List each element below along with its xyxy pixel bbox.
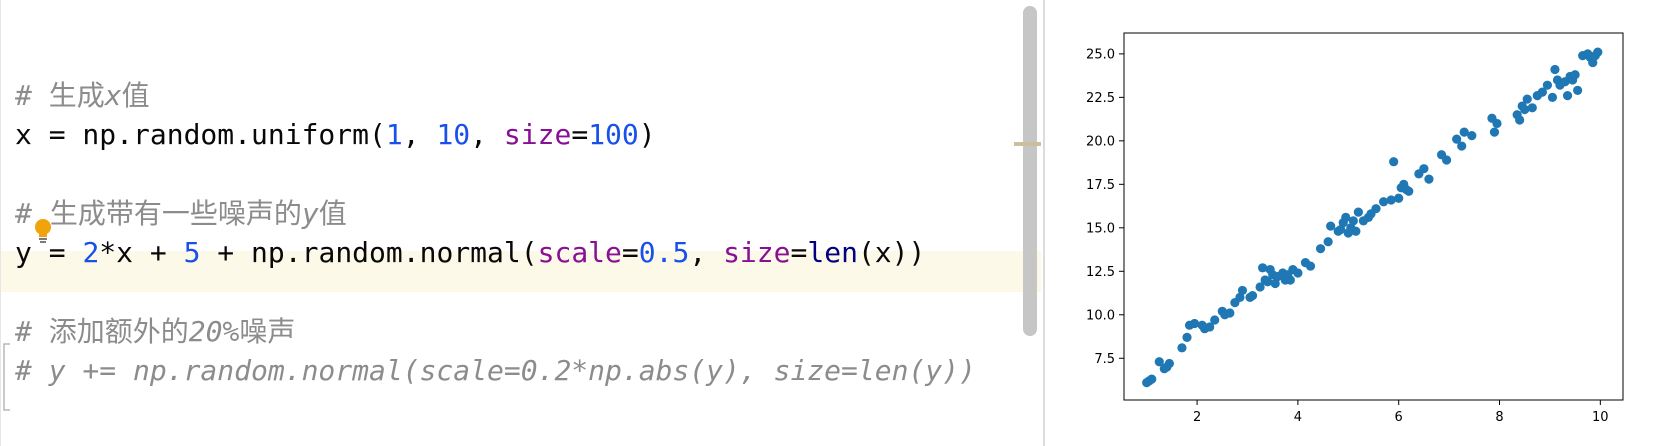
code-line-y-assign[interactable]: y = 2*x + 5 + np.random.normal(scale=0.5… bbox=[15, 233, 925, 273]
number-literal: 5 bbox=[183, 236, 201, 269]
code-line-comment-y[interactable]: # 生成带有一些噪声的y值 bbox=[15, 194, 347, 234]
comment-hash: # bbox=[15, 197, 32, 230]
scatter-point bbox=[1247, 291, 1258, 301]
comment-text: 添加额外的 bbox=[48, 315, 189, 348]
scatter-point bbox=[1527, 103, 1537, 113]
builtin-function: len bbox=[807, 236, 858, 269]
x-tick-label: 10 bbox=[1592, 410, 1609, 425]
code-line-commented-out[interactable]: # y += np.random.normal(scale=0.2*np.abs… bbox=[15, 351, 976, 391]
code-segment: ) bbox=[638, 118, 656, 151]
y-tick-label: 20.0 bbox=[1086, 134, 1115, 149]
scatter-point bbox=[1225, 308, 1235, 318]
code-segment: y = bbox=[15, 236, 83, 269]
code-segment: , bbox=[689, 236, 724, 269]
scatter-point bbox=[1315, 244, 1326, 254]
scatter-point bbox=[1237, 285, 1248, 296]
scatter-point bbox=[1573, 85, 1583, 95]
plot-pane: 2 4 6 8 10 7.5 10.0 12.5 15.0 17.5 20.0 22.5 25.0 bbox=[1045, 0, 1670, 446]
scatter-point bbox=[1593, 47, 1603, 57]
number-literal: 0.5 bbox=[638, 236, 690, 269]
code-editor[interactable]: # 生成x值 x = np.random.uniform(1, 10, size… bbox=[0, 0, 1041, 446]
scatter-point bbox=[1467, 131, 1477, 141]
code-line-comment-x[interactable]: # 生成x值 bbox=[15, 76, 150, 116]
scatter-point bbox=[1353, 207, 1363, 217]
x-tick-label: 8 bbox=[1495, 410, 1503, 425]
x-tick-label: 2 bbox=[1193, 410, 1201, 425]
scatter-point bbox=[1293, 268, 1303, 278]
y-tick-label: 7.5 bbox=[1094, 352, 1115, 367]
comment-text-tail: 值 bbox=[121, 79, 150, 112]
x-tick-label: 4 bbox=[1294, 410, 1302, 425]
number-literal: 10 bbox=[436, 118, 471, 151]
code-segment: + np.random.normal( bbox=[200, 236, 538, 269]
scrollbar-caret-marker bbox=[1014, 142, 1041, 146]
scatter-point bbox=[1305, 261, 1316, 271]
comment-var: y bbox=[301, 197, 319, 230]
scatter-point bbox=[1570, 70, 1580, 80]
scatter-point bbox=[1542, 80, 1552, 90]
scatter-point bbox=[1285, 275, 1295, 285]
scatter-point bbox=[1457, 141, 1467, 151]
y-tick-label: 12.5 bbox=[1086, 265, 1115, 280]
y-tick-label: 10.0 bbox=[1086, 308, 1115, 323]
scatter-point bbox=[1550, 64, 1560, 75]
scatter-point bbox=[1371, 204, 1381, 214]
scatter-point bbox=[1162, 362, 1172, 372]
scatter-point bbox=[1492, 118, 1502, 129]
code-segment: *x + bbox=[99, 236, 184, 269]
scatter-point bbox=[1515, 115, 1525, 125]
comment-text-tail: 噪声 bbox=[239, 315, 296, 348]
code-segment: , bbox=[470, 118, 504, 151]
y-tick-label: 25.0 bbox=[1086, 47, 1115, 62]
code-segment: , bbox=[402, 118, 437, 151]
code-segment: = bbox=[571, 118, 589, 151]
scatter-point bbox=[1351, 226, 1361, 236]
comment-text: 生成带有一些噪声的 bbox=[49, 197, 302, 230]
scatter-point bbox=[1522, 94, 1532, 104]
scatter-point bbox=[1394, 193, 1404, 203]
y-tick-label: 17.5 bbox=[1086, 178, 1115, 193]
y-tick-label: 22.5 bbox=[1086, 91, 1115, 106]
scatter-point bbox=[1441, 155, 1452, 165]
scatter-point bbox=[1323, 237, 1333, 247]
comment-hash: # bbox=[15, 79, 49, 112]
code-segment: x = np.random.uniform( bbox=[15, 118, 386, 151]
scatter-point bbox=[1562, 91, 1573, 101]
scatter-plot: 2 4 6 8 10 7.5 10.0 12.5 15.0 17.5 20.0 22.5 25.0 bbox=[1086, 32, 1624, 425]
scatter-point bbox=[1177, 343, 1187, 353]
keyword-arg: scale bbox=[537, 236, 622, 269]
code-segment: = bbox=[790, 236, 808, 269]
comment-text-tail: 值 bbox=[318, 197, 347, 230]
scatter-point bbox=[1210, 315, 1220, 325]
comment-text: 生成 bbox=[48, 79, 105, 112]
scatter-point bbox=[1389, 157, 1399, 167]
x-tick-label: 6 bbox=[1395, 410, 1403, 425]
number-literal: 2 bbox=[82, 236, 100, 269]
vertical-scrollbar-thumb[interactable] bbox=[1023, 6, 1037, 336]
scatter-point bbox=[1182, 332, 1192, 342]
scatter-point bbox=[1404, 186, 1414, 196]
code-line-comment-noise[interactable]: # 添加额外的20%噪声 bbox=[15, 312, 295, 352]
y-axis-ticks: 7.5 10.0 12.5 15.0 17.5 20.0 22.5 25.0 bbox=[1086, 47, 1124, 367]
number-literal: 1 bbox=[385, 118, 403, 151]
scatter-point bbox=[1147, 374, 1157, 384]
code-line-x-assign[interactable]: x = np.random.uniform(1, 10, size=100) bbox=[15, 115, 656, 155]
scatter-point bbox=[1489, 127, 1500, 137]
scatter-point bbox=[1326, 221, 1336, 231]
comment-var: x bbox=[104, 79, 122, 112]
y-tick-label: 15.0 bbox=[1086, 221, 1115, 236]
scatter-point bbox=[1547, 92, 1558, 102]
x-axis-ticks: 2 4 6 8 10 bbox=[1193, 400, 1609, 425]
code-segment: = bbox=[621, 236, 639, 269]
number-literal: 100 bbox=[588, 118, 639, 151]
scatter-point bbox=[1424, 174, 1434, 184]
scatter-point bbox=[1419, 164, 1429, 174]
comment-hash: # bbox=[15, 315, 49, 348]
scatter-point bbox=[1348, 216, 1358, 226]
comment-percent: 20% bbox=[188, 315, 240, 348]
keyword-arg: size bbox=[723, 236, 791, 269]
code-segment: (x)) bbox=[857, 236, 926, 269]
keyword-arg: size bbox=[503, 118, 572, 151]
fold-bracket-icon[interactable] bbox=[1, 342, 11, 412]
